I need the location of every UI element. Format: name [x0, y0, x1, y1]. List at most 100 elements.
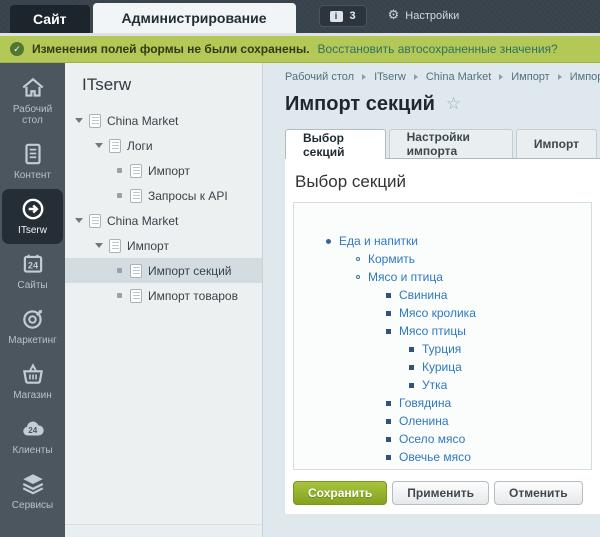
section-link[interactable]: Говядина — [399, 396, 451, 410]
tab-site[interactable]: Сайт — [10, 5, 90, 33]
document-icon — [89, 114, 101, 128]
restore-autosave-link[interactable]: Восстановить автосохраненные значения? — [318, 42, 558, 56]
main-area: Рабочий стол Контент ITserw 24 Сайты Мар… — [0, 63, 600, 537]
breadcrumb-separator-icon — [362, 74, 366, 80]
target-icon — [20, 306, 46, 332]
section-item: Еда и напитки — [294, 232, 591, 250]
tree-item[interactable]: Импорт — [65, 233, 262, 258]
rail-item-desktop[interactable]: Рабочий стол — [0, 68, 65, 134]
document-icon — [89, 214, 101, 228]
tree-item-label: China Market — [107, 214, 178, 228]
section-link[interactable]: Утка — [422, 378, 447, 392]
tree-item[interactable]: Запросы к API — [65, 183, 262, 208]
rail-item-services[interactable]: Сервисы — [0, 464, 65, 519]
bullet-icon — [386, 293, 391, 298]
cloud-24-icon: 24 — [20, 416, 46, 442]
tree-item-label: Импорт товаров — [148, 289, 238, 303]
tree-item[interactable]: Импорт — [65, 158, 262, 183]
expand-arrow-icon[interactable] — [75, 118, 83, 123]
calendar-icon: 24 — [20, 251, 46, 277]
notifications-button[interactable]: i 3 — [319, 5, 367, 27]
section-item: Утка — [294, 376, 591, 394]
breadcrumb-link[interactable]: China Market — [426, 71, 491, 83]
section-heading: Выбор секций — [293, 159, 592, 202]
favorite-star-icon[interactable]: ☆ — [446, 96, 461, 113]
rail-item-content[interactable]: Контент — [0, 134, 65, 189]
svg-text:24: 24 — [27, 260, 38, 270]
cancel-button[interactable]: Отменить — [494, 481, 583, 505]
basket-icon — [20, 361, 46, 387]
section-link[interactable]: Осело мясо — [399, 432, 465, 446]
tab-admin[interactable]: Администрирование — [93, 3, 296, 33]
tree-item[interactable]: Импорт секций — [65, 258, 262, 283]
section-link[interactable]: Мясо и птица — [368, 270, 443, 284]
section-link[interactable]: Мясо птицы — [399, 324, 466, 338]
rail-item-marketing[interactable]: Маркетинг — [0, 299, 65, 354]
bullet-icon — [386, 401, 391, 406]
bullet-icon — [386, 437, 391, 442]
tree-item[interactable]: China Market — [65, 208, 262, 233]
bullet-icon — [386, 311, 391, 316]
tab-sections[interactable]: Выбор секций — [285, 129, 386, 159]
tree-item[interactable]: China Market — [65, 108, 262, 133]
breadcrumb-link[interactable]: Импорт — [511, 71, 549, 83]
bullet-icon — [386, 329, 391, 334]
leaf-bullet-icon — [117, 293, 122, 298]
rail-item-clients[interactable]: 24 Клиенты — [0, 409, 65, 464]
leaf-bullet-icon — [117, 168, 122, 173]
breadcrumb-link[interactable]: Рабочий стол — [285, 71, 354, 83]
tab-import-settings[interactable]: Настройки импорта — [389, 129, 513, 158]
section-link[interactable]: Курица — [422, 360, 462, 374]
document-icon — [109, 139, 121, 153]
leaf-bullet-icon — [117, 268, 122, 273]
section-link[interactable]: Овечье мясо — [399, 450, 471, 464]
arrow-circle-icon — [20, 196, 46, 222]
notification-bubble-icon: i — [330, 11, 343, 22]
save-button[interactable]: Сохранить — [293, 481, 387, 505]
section-item: Мясо птицы — [294, 322, 591, 340]
expand-arrow-icon[interactable] — [75, 218, 83, 223]
form-buttons: Сохранить Применить Отменить — [293, 481, 592, 514]
top-bar: Сайт Администрирование i 3 ⚙ Настройки — [0, 0, 600, 33]
section-item: Говядина — [294, 394, 591, 412]
expand-arrow-icon[interactable] — [95, 243, 103, 248]
tree-item[interactable]: Импорт товаров — [65, 283, 262, 308]
section-link[interactable]: Мясо кролика — [399, 306, 476, 320]
section-link[interactable]: Кормить — [368, 252, 415, 266]
document-icon — [130, 289, 142, 303]
tree-item-label: Импорт — [148, 164, 190, 178]
rail-item-label: Сайты — [17, 280, 47, 291]
notice-bar: ✓ Изменения полей формы не были сохранен… — [0, 36, 600, 63]
section-link[interactable]: Еда и напитки — [339, 234, 418, 248]
document-icon — [130, 264, 142, 278]
tree-item-label: Импорт — [127, 239, 169, 253]
rail-item-label: Маркетинг — [8, 335, 57, 346]
rail-item-label: Сервисы — [12, 500, 53, 511]
tree-item[interactable]: Логи — [65, 133, 262, 158]
section-link[interactable]: Турция — [422, 342, 461, 356]
page-title: Импорт секций — [285, 93, 435, 116]
settings-button[interactable]: ⚙ Настройки — [388, 9, 460, 22]
svg-text:24: 24 — [28, 426, 38, 435]
section-link[interactable]: Оленина — [399, 414, 449, 428]
apply-button[interactable]: Применить — [392, 481, 489, 505]
rail-item-shop[interactable]: Магазин — [0, 354, 65, 409]
breadcrumb-separator-icon — [558, 74, 562, 80]
section-item: Оленина — [294, 412, 591, 430]
rail-item-label: Контент — [14, 170, 51, 181]
home-icon — [20, 75, 46, 101]
tree-panel: ITserw China Market Логи Импорт Запросы … — [65, 63, 263, 537]
rail-item-itserw[interactable]: ITserw — [2, 189, 63, 244]
tab-import[interactable]: Импорт — [516, 129, 597, 158]
document-icon — [130, 164, 142, 178]
expand-arrow-icon[interactable] — [95, 143, 103, 148]
breadcrumb-link[interactable]: ITserw — [374, 71, 406, 83]
tab-strip: Выбор секцийНастройки импортаИмпорт — [285, 129, 600, 158]
section-item: Мясо кролика — [294, 304, 591, 322]
breadcrumb-link[interactable]: Импорт секций — [570, 71, 600, 83]
tree-item-label: Импорт секций — [148, 264, 232, 278]
section-link[interactable]: Свинина — [399, 288, 447, 302]
bullet-icon — [326, 239, 331, 244]
rail-item-sites[interactable]: 24 Сайты — [0, 244, 65, 299]
bullet-icon — [386, 455, 391, 460]
